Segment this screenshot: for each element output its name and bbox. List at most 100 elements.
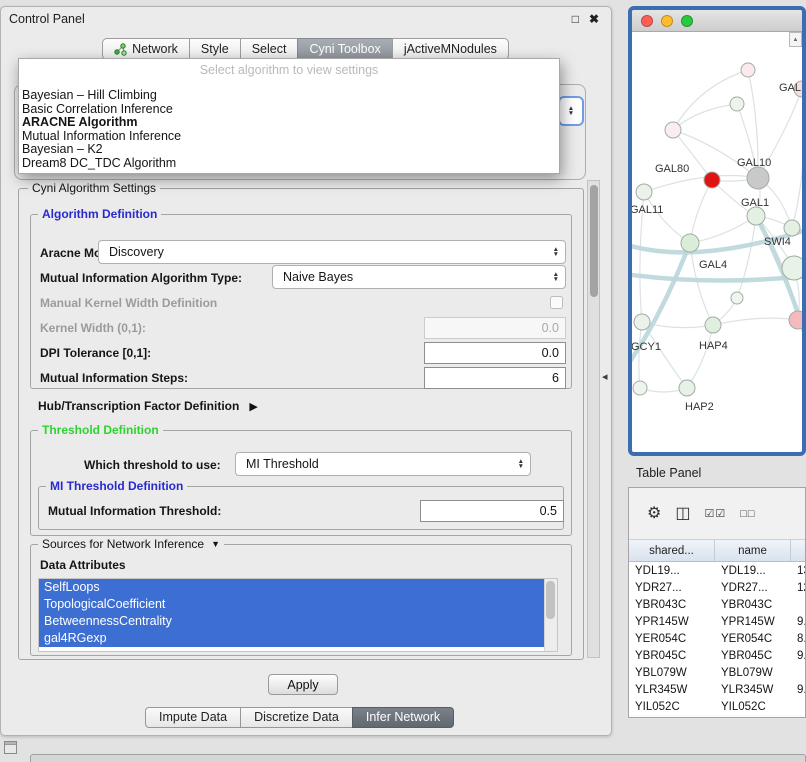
tab-label: jActiveMNodules	[404, 42, 497, 56]
table-cell: YBL079W	[715, 667, 791, 679]
kernel-width-label: Kernel Width (0,1):	[40, 321, 146, 335]
dropdown-item[interactable]: ARACNE Algorithm	[19, 116, 559, 130]
control-panel-window: Control Panel □ ✖ Network Style Select C…	[0, 6, 612, 736]
mi-threshold-input[interactable]	[420, 500, 564, 522]
gear-icon[interactable]: ⚙	[647, 506, 661, 522]
dropdown-item[interactable]: Bayesian – K2	[19, 143, 559, 157]
mi-type-select[interactable]: Naive Bayes ▲▼	[272, 265, 566, 289]
bottom-panel-edge	[30, 754, 806, 762]
tab-cyni-toolbox[interactable]: Cyni Toolbox	[297, 38, 392, 60]
table-row[interactable]: YLR345W YLR345W 9.	[629, 681, 805, 698]
aracne-mode-value: Discovery	[109, 245, 164, 259]
collapsed-panel-icon[interactable]	[4, 741, 17, 754]
column-header[interactable]	[791, 540, 805, 561]
tab-style[interactable]: Style	[189, 38, 241, 60]
table-cell: YLR345W	[629, 684, 715, 696]
stepper-icon: ▲▼	[565, 106, 577, 117]
mi-threshold-title: MI Threshold Definition	[46, 479, 187, 493]
table-row[interactable]: YBL079W YBL079W	[629, 664, 805, 681]
settings-scrollbar-thumb[interactable]	[590, 185, 598, 297]
table-cell: YBR045C	[629, 650, 715, 662]
list-item[interactable]: BetweennessCentrality	[39, 613, 544, 630]
dropdown-item[interactable]: Dream8 DC_TDC Algorithm	[19, 157, 559, 171]
dropdown-placeholder: Select algorithm to view settings	[19, 59, 559, 77]
hub-section-toggle[interactable]: Hub/Transcription Factor Definition ▶	[38, 399, 258, 413]
column-header[interactable]: shared...	[629, 540, 715, 561]
settings-scrollbar[interactable]	[587, 180, 600, 658]
tab-select[interactable]: Select	[240, 38, 299, 60]
kernel-width-input[interactable]	[424, 317, 566, 339]
dropdown-item[interactable]: Basic Correlation Inference	[19, 103, 559, 117]
table-row[interactable]: YDL19... YDL19... 13	[629, 562, 805, 579]
tab-label: Infer Network	[366, 710, 440, 724]
dpi-tolerance-input[interactable]	[424, 342, 566, 364]
list-item[interactable]: SelfLoops	[39, 579, 544, 596]
table-cell: 13	[791, 565, 805, 577]
minimize-icon[interactable]: □	[572, 12, 579, 26]
svg-text:HAP4: HAP4	[699, 340, 728, 352]
svg-text:GAL80: GAL80	[655, 163, 689, 175]
dropdown-item[interactable]: Bayesian – Hill Climbing	[19, 89, 559, 103]
table-cell: YDL19...	[629, 565, 715, 577]
traffic-light-red[interactable]	[641, 15, 653, 27]
mi-type-label: Mutual Information Algorithm Type:	[40, 271, 242, 285]
splitpane-collapse-arrow[interactable]: ◂	[602, 370, 608, 383]
stepper-icon: ▲▼	[550, 272, 562, 283]
aracne-mode-select[interactable]: Discovery ▲▼	[98, 240, 566, 264]
canvas-scrollbar-stub[interactable]: ▲	[789, 32, 802, 47]
manual-kernel-checkbox[interactable]	[550, 296, 563, 309]
deselect-all-icon[interactable]: □□	[740, 506, 755, 522]
mi-steps-input[interactable]	[424, 367, 566, 389]
dpi-tolerance-label: DPI Tolerance [0,1]:	[40, 346, 151, 360]
dropdown-item[interactable]: Mutual Information Inference	[19, 130, 559, 144]
tab-label: Discretize Data	[254, 710, 339, 724]
column-header[interactable]: name	[715, 540, 791, 561]
window-title: Control Panel	[9, 12, 85, 26]
traffic-light-green[interactable]	[681, 15, 693, 27]
close-icon[interactable]: ✖	[589, 12, 599, 26]
table-row[interactable]: YBR045C YBR045C 9.	[629, 647, 805, 664]
tab-network[interactable]: Network	[102, 38, 190, 60]
network-window-titlebar[interactable]	[632, 10, 802, 32]
which-threshold-value: MI Threshold	[246, 457, 319, 471]
bottom-tabbar: Impute Data Discretize Data Infer Networ…	[146, 707, 454, 728]
table-cell: YDR27...	[629, 582, 715, 594]
tab-impute-data[interactable]: Impute Data	[145, 707, 241, 728]
table-toolbar: ⚙ ◫ ☑☑ □□	[629, 488, 805, 540]
svg-text:GAL11: GAL11	[632, 204, 663, 216]
network-canvas[interactable]: GALGAL80GAL10GAL11GAL1SWI4GAL4GCY1HAP4HA…	[632, 32, 802, 451]
svg-text:GAL10: GAL10	[737, 157, 771, 169]
table-cell: YDR27...	[715, 582, 791, 594]
tab-infer-network[interactable]: Infer Network	[352, 707, 454, 728]
expand-right-icon: ▶	[249, 400, 257, 413]
table-row[interactable]: YIL052C YIL052C	[629, 698, 805, 715]
manual-kernel-label: Manual Kernel Width Definition	[40, 296, 217, 310]
list-item[interactable]: TopologicalCoefficient	[39, 596, 544, 613]
apply-button-label: Apply	[287, 678, 318, 692]
table-cell: YER054C	[629, 633, 715, 645]
table-row[interactable]: YDR27... YDR27... 12	[629, 579, 805, 596]
sources-section-toggle[interactable]: Sources for Network Inference ▼	[38, 537, 224, 551]
control-panel-titlebar[interactable]: Control Panel □ ✖	[1, 7, 611, 31]
tab-jactivemnodules[interactable]: jActiveMNodules	[392, 38, 509, 60]
columns-icon[interactable]: ◫	[675, 506, 690, 522]
which-threshold-select[interactable]: MI Threshold ▲▼	[235, 452, 531, 476]
list-scrollbar-thumb[interactable]	[546, 581, 555, 619]
algorithm-combobox-button[interactable]: ▲▼	[558, 96, 584, 126]
select-all-icon[interactable]: ☑☑	[704, 506, 726, 522]
svg-text:GAL1: GAL1	[741, 197, 769, 209]
tab-discretize-data[interactable]: Discretize Data	[240, 707, 353, 728]
apply-button[interactable]: Apply	[268, 674, 338, 695]
table-body: YDL19... YDL19... 13 YDR27... YDR27... 1…	[629, 562, 805, 715]
list-item[interactable]: gal4RGexp	[39, 630, 544, 647]
table-row[interactable]: YER054C YER054C 8.	[629, 630, 805, 647]
table-row[interactable]: YPR145W YPR145W 9.	[629, 613, 805, 630]
mi-steps-label: Mutual Information Steps:	[40, 371, 188, 385]
table-cell: YLR345W	[715, 684, 791, 696]
network-graph[interactable]: GALGAL80GAL10GAL11GAL1SWI4GAL4GCY1HAP4HA…	[632, 32, 802, 451]
table-row[interactable]: YBR043C YBR043C	[629, 596, 805, 613]
list-scrollbar[interactable]	[544, 579, 557, 651]
mi-threshold-label: Mutual Information Threshold:	[48, 504, 221, 518]
network-window: GALGAL80GAL10GAL11GAL1SWI4GAL4GCY1HAP4HA…	[628, 6, 806, 456]
traffic-light-yellow[interactable]	[661, 15, 673, 27]
